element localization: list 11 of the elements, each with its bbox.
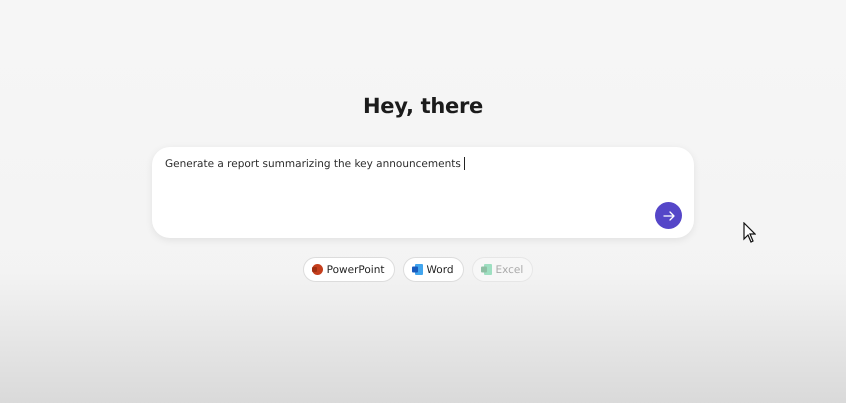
- prompt-text: Generate a report summarizing the key announcements: [165, 158, 461, 170]
- app-chip[interactable]: Word: [402, 257, 464, 282]
- arrow-right-icon: [662, 210, 674, 220]
- send-button[interactable]: [655, 202, 682, 229]
- excel-app-icon: [480, 264, 492, 275]
- page-heading: Hey, there: [363, 94, 483, 118]
- prompt-field[interactable]: Generate a report summarizing the key announcements: [152, 147, 694, 238]
- word-app-icon: [412, 264, 422, 275]
- app-chip[interactable]: PowerPoint: [302, 257, 394, 282]
- powerpoint-app-icon: [312, 264, 323, 275]
- mouse-pointer-icon: [743, 222, 756, 243]
